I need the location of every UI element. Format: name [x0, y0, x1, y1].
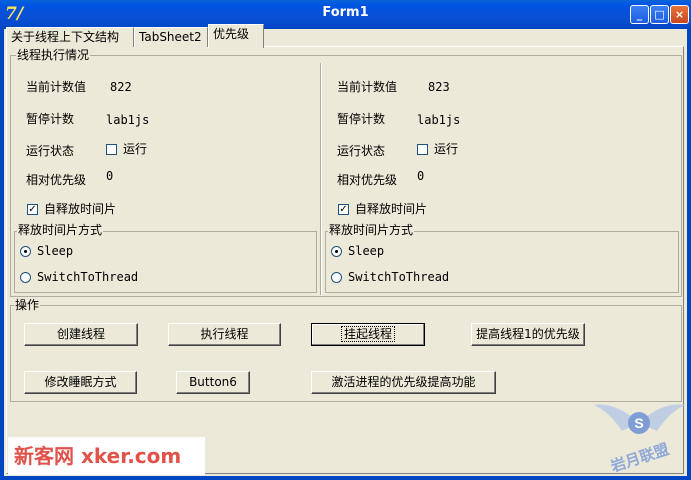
right-count-value: 823 — [428, 80, 450, 94]
button6[interactable]: Button6 — [176, 371, 250, 394]
change-sleep-mode-button[interactable]: 修改睡眠方式 — [24, 371, 137, 394]
window-title: Form1 — [322, 5, 369, 20]
maximize-button[interactable]: □ — [650, 5, 669, 24]
tab-priority[interactable]: 优先级 — [208, 24, 264, 48]
minimize-icon: _ — [636, 8, 643, 21]
watermark-xker: 新客网 xker.com — [8, 437, 205, 475]
right-priority-value: 0 — [417, 169, 425, 183]
right-running-checkbox[interactable] — [417, 144, 428, 155]
right-pause-label: 暂停计数 — [337, 112, 386, 126]
tab-tabsheet2[interactable]: TabSheet2 — [134, 27, 208, 47]
window-frame-left — [0, 29, 4, 480]
right-count-label: 当前计数值 — [337, 80, 398, 94]
watermark-caption: 岩月联盟 — [608, 440, 672, 475]
left-count-label: 当前计数值 — [26, 80, 87, 94]
left-running-label[interactable]: 运行 — [123, 141, 147, 157]
left-auto-release-checkbox[interactable]: ✓ — [27, 204, 38, 215]
panel-divider — [320, 63, 321, 295]
left-pause-value: lab1js — [106, 113, 150, 127]
right-sleep-label[interactable]: Sleep — [348, 243, 384, 259]
right-state-label: 运行状态 — [337, 144, 386, 158]
minimize-button[interactable]: _ — [630, 5, 649, 24]
window-frame-right — [687, 29, 691, 480]
create-thread-button[interactable]: 创建线程 — [24, 323, 138, 346]
left-state-label: 运行状态 — [26, 144, 75, 158]
title-bar[interactable]: 7/ Form1 _ □ × — [0, 0, 691, 29]
left-release-mode-title: 释放时间片方式 — [17, 223, 104, 237]
left-running-checkbox[interactable] — [106, 144, 117, 155]
operations-group-title: 操作 — [14, 298, 41, 312]
suspend-thread-button-label: 挂起线程 — [340, 326, 396, 342]
thread-status-group-title: 线程执行情况 — [16, 48, 91, 62]
right-sleep-radio[interactable] — [331, 246, 342, 257]
window-frame-bottom — [0, 476, 691, 480]
close-button[interactable]: × — [670, 5, 689, 24]
right-running-label[interactable]: 运行 — [434, 141, 458, 157]
right-switch-label[interactable]: SwitchToThread — [348, 269, 449, 285]
watermark-s-letter: S — [634, 415, 643, 431]
left-auto-release-label[interactable]: 自释放时间片 — [44, 201, 116, 217]
right-auto-release-label[interactable]: 自释放时间片 — [355, 201, 427, 217]
right-switch-radio[interactable] — [331, 272, 342, 283]
suspend-thread-button[interactable]: 挂起线程 — [311, 323, 425, 346]
right-auto-release-checkbox[interactable]: ✓ — [338, 204, 349, 215]
left-priority-value: 0 — [106, 169, 114, 183]
tab-context-structure[interactable]: 关于线程上下文结构 — [6, 27, 134, 47]
watermark-yanyue-logo: S 岩月联盟 — [592, 393, 687, 476]
maximize-icon: □ — [654, 8, 665, 21]
wings-icon: S 岩月联盟 — [594, 404, 685, 476]
left-priority-label: 相对优先级 — [26, 173, 87, 187]
right-release-mode-title: 释放时间片方式 — [328, 223, 415, 237]
left-sleep-label[interactable]: Sleep — [37, 243, 73, 259]
right-priority-label: 相对优先级 — [337, 173, 398, 187]
left-pause-label: 暂停计数 — [26, 112, 75, 126]
raise-priority-button[interactable]: 提高线程1的优先级 — [471, 323, 585, 346]
left-sleep-radio[interactable] — [20, 246, 31, 257]
activate-priority-boost-button[interactable]: 激活进程的优先级提高功能 — [311, 371, 496, 394]
left-switch-radio[interactable] — [20, 272, 31, 283]
left-count-value: 822 — [110, 80, 132, 94]
right-pause-value: lab1js — [417, 113, 461, 127]
execute-thread-button[interactable]: 执行线程 — [168, 323, 281, 346]
left-switch-label[interactable]: SwitchToThread — [37, 269, 138, 285]
close-icon: × — [674, 8, 685, 21]
